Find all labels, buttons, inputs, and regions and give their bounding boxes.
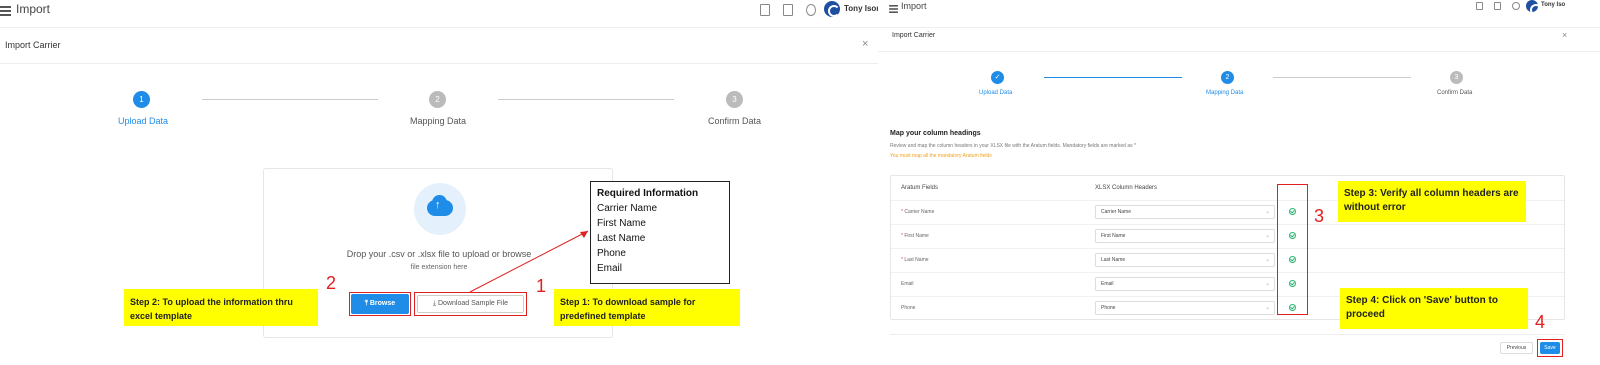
map-title: Map your column headings	[890, 130, 981, 137]
left-screenshot: Import Tony Isor Import Carrier × 1 2 3 …	[0, 0, 892, 365]
step-3-label: Confirm Data	[1437, 90, 1473, 96]
field-label: * Last Name	[901, 257, 929, 263]
annotation-number-3: 3	[1314, 206, 1325, 226]
column-select[interactable]: Last Name ⌄	[1095, 253, 1275, 267]
step-2-label: Mapping Data	[1206, 90, 1244, 96]
step-1-circle: ✓	[991, 71, 1004, 84]
column-header-xlsx: XLSX Column Headers	[1095, 185, 1158, 191]
step-connector	[1273, 77, 1411, 78]
field-label: * First Name	[901, 233, 929, 239]
callout-step-1: Step 1: To download sample for predefine…	[554, 289, 740, 326]
trash-icon[interactable]	[1494, 2, 1501, 10]
map-warning: You must map all the mandatory Aratum fi…	[890, 153, 992, 159]
chevron-down-icon: ⌄	[1264, 281, 1270, 287]
previous-button[interactable]: Previous	[1500, 342, 1533, 354]
map-description: Review and map the column headers in you…	[890, 143, 1136, 149]
step-2-circle: 2	[1221, 71, 1234, 84]
chevron-down-icon: ⌄	[1264, 209, 1270, 215]
avatar[interactable]	[1526, 0, 1542, 16]
status-column-highlight	[1277, 184, 1308, 315]
chevron-down-icon: ⌄	[1264, 233, 1270, 239]
field-label: Phone	[901, 305, 916, 311]
footer-divider	[890, 334, 1565, 335]
field-label: * Carrier Name	[901, 209, 935, 215]
column-select[interactable]: Phone ⌄	[1095, 301, 1275, 315]
save-button[interactable]: Save	[1540, 342, 1560, 354]
callout-step-4: Step 4: Click on 'Save' button to procee…	[1340, 288, 1528, 329]
annotation-number-4: 4	[1535, 312, 1546, 332]
user-name[interactable]: Tony Iso	[1541, 2, 1565, 8]
annotation-number-2: 2	[326, 273, 337, 293]
dialog-title: Import Carrier	[892, 32, 936, 39]
column-select[interactable]: Carrier Name ⌄	[1095, 205, 1275, 219]
chevron-down-icon: ⌄	[1264, 257, 1270, 263]
callout-step-2: Step 2: To upload the information thru e…	[124, 289, 318, 326]
chevron-down-icon: ⌄	[1264, 305, 1270, 311]
callout-step-3: Step 3: Verify all column headers are wi…	[1338, 181, 1526, 222]
dialog-header: Import Carrier ×	[878, 22, 1600, 52]
step-1-label: Upload Data	[979, 90, 1013, 96]
annotation-number-1: 1	[536, 276, 547, 296]
close-icon[interactable]: ×	[1562, 30, 1567, 40]
step-3-circle: 3	[1450, 71, 1463, 84]
field-label: Email	[901, 281, 914, 287]
gear-icon[interactable]	[1512, 2, 1520, 10]
column-select[interactable]: Email ⌄	[1095, 277, 1275, 291]
folder-icon[interactable]	[1476, 2, 1483, 10]
column-header-aratum: Aratum Fields	[901, 185, 939, 191]
step-connector	[1044, 77, 1182, 78]
menu-icon[interactable]	[889, 5, 898, 13]
column-select[interactable]: First Name ⌄	[1095, 229, 1275, 243]
app-title: Import	[901, 1, 927, 11]
